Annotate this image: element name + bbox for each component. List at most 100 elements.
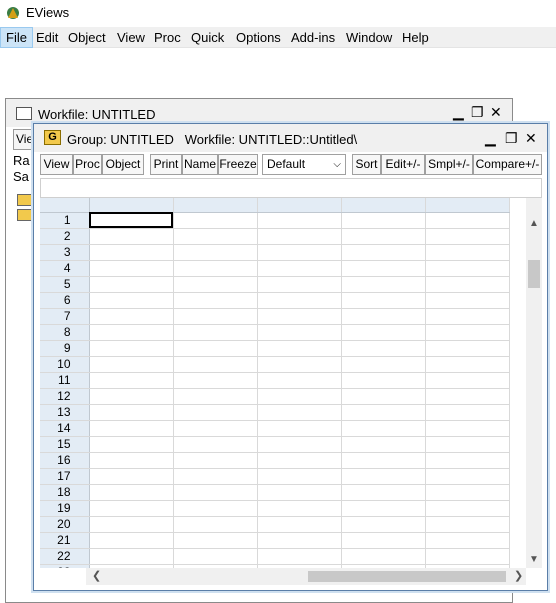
grid-cell[interactable] <box>257 404 342 421</box>
row-number[interactable]: 1 <box>40 212 90 229</box>
row-number[interactable]: 14 <box>40 420 90 437</box>
grid-cell[interactable] <box>173 484 258 501</box>
close-icon[interactable]: ✕ <box>490 104 502 121</box>
grid-cell[interactable] <box>173 276 258 293</box>
grid-cell[interactable] <box>257 468 342 485</box>
grid-cell[interactable] <box>89 324 174 341</box>
smpl-toggle-button[interactable]: Smpl+/- <box>425 154 473 175</box>
row-number[interactable]: 19 <box>40 500 90 517</box>
grid-cell[interactable] <box>173 548 258 565</box>
menu-addins[interactable]: Add-ins <box>286 27 340 48</box>
grid-cell[interactable] <box>173 532 258 549</box>
grid-cell[interactable] <box>257 484 342 501</box>
grid-cell[interactable] <box>89 516 174 533</box>
grid-cell[interactable] <box>425 372 510 389</box>
row-number[interactable]: 21 <box>40 532 90 549</box>
menu-edit[interactable]: Edit <box>31 27 63 48</box>
grid-cell[interactable] <box>341 228 426 245</box>
grid-cell[interactable] <box>89 228 174 245</box>
grid-cell[interactable] <box>173 420 258 437</box>
grid-cell[interactable] <box>257 260 342 277</box>
grid-cell[interactable] <box>173 500 258 517</box>
spreadsheet-grid[interactable]: 1234567891011121314151617181920212223 <box>40 198 526 568</box>
grid-cell[interactable] <box>425 420 510 437</box>
grid-cell[interactable] <box>257 452 342 469</box>
grid-cell[interactable] <box>173 324 258 341</box>
row-number[interactable]: 23 <box>40 564 90 568</box>
row-number[interactable]: 8 <box>40 324 90 341</box>
series-object-icon[interactable] <box>17 209 33 221</box>
menu-quick[interactable]: Quick <box>186 27 229 48</box>
grid-cell[interactable] <box>257 228 342 245</box>
grid-cell[interactable] <box>257 308 342 325</box>
row-number[interactable]: 9 <box>40 340 90 357</box>
row-number[interactable]: 22 <box>40 548 90 565</box>
grid-cell[interactable] <box>257 388 342 405</box>
grid-cell[interactable] <box>257 532 342 549</box>
grid-cell[interactable] <box>341 292 426 309</box>
grid-cell[interactable] <box>173 452 258 469</box>
grid-cell[interactable] <box>341 436 426 453</box>
grid-cell[interactable] <box>173 356 258 373</box>
grid-cell[interactable] <box>257 356 342 373</box>
grid-cell[interactable] <box>89 340 174 357</box>
grid-cell[interactable] <box>89 212 174 229</box>
row-number[interactable]: 4 <box>40 260 90 277</box>
grid-cell[interactable] <box>341 212 426 229</box>
menu-object[interactable]: Object <box>63 27 111 48</box>
grid-cell[interactable] <box>173 340 258 357</box>
grid-cell[interactable] <box>89 436 174 453</box>
grid-cell[interactable] <box>173 292 258 309</box>
menu-file[interactable]: File <box>0 27 33 48</box>
grid-cell[interactable] <box>341 276 426 293</box>
grid-cell[interactable] <box>173 436 258 453</box>
grid-cell[interactable] <box>89 260 174 277</box>
grid-cell[interactable] <box>257 244 342 261</box>
grid-cell[interactable] <box>341 388 426 405</box>
grid-cell[interactable] <box>425 532 510 549</box>
grid-cell[interactable] <box>341 324 426 341</box>
menu-proc[interactable]: Proc <box>149 27 186 48</box>
grid-cell[interactable] <box>173 404 258 421</box>
row-number[interactable]: 12 <box>40 388 90 405</box>
grid-cell[interactable] <box>257 516 342 533</box>
grid-cell[interactable] <box>341 244 426 261</box>
grid-cell[interactable] <box>89 420 174 437</box>
grid-cell[interactable] <box>425 260 510 277</box>
grid-cell[interactable] <box>341 500 426 517</box>
grid-cell[interactable] <box>257 548 342 565</box>
grid-cell[interactable] <box>341 404 426 421</box>
grid-cell[interactable] <box>425 484 510 501</box>
view-button[interactable]: View <box>40 154 73 175</box>
grid-cell[interactable] <box>173 388 258 405</box>
column-header[interactable] <box>425 198 510 213</box>
compare-toggle-button[interactable]: Compare+/- <box>473 154 542 175</box>
grid-cell[interactable] <box>425 276 510 293</box>
row-number[interactable]: 18 <box>40 484 90 501</box>
grid-cell[interactable] <box>425 324 510 341</box>
grid-cell[interactable] <box>425 500 510 517</box>
name-button[interactable]: Name <box>182 154 218 175</box>
data-table[interactable]: 1234567891011121314151617181920212223 <box>40 198 510 568</box>
display-dropdown[interactable]: Default ⌵ <box>262 154 346 175</box>
menu-options[interactable]: Options <box>231 27 286 48</box>
row-number[interactable]: 11 <box>40 372 90 389</box>
grid-cell[interactable] <box>341 308 426 325</box>
object-button[interactable]: Object <box>102 154 144 175</box>
grid-cell[interactable] <box>257 436 342 453</box>
row-number[interactable]: 7 <box>40 308 90 325</box>
row-number[interactable]: 20 <box>40 516 90 533</box>
grid-cell[interactable] <box>425 292 510 309</box>
scroll-right-icon[interactable]: ❯ <box>514 569 523 582</box>
grid-cell[interactable] <box>425 212 510 229</box>
grid-cell[interactable] <box>257 372 342 389</box>
column-header[interactable] <box>173 198 258 213</box>
grid-cell[interactable] <box>173 308 258 325</box>
grid-cell[interactable] <box>257 212 342 229</box>
vertical-scrollbar[interactable]: ▲ ▼ <box>526 198 542 568</box>
grid-cell[interactable] <box>89 388 174 405</box>
proc-button[interactable]: Proc <box>73 154 102 175</box>
grid-cell[interactable] <box>89 532 174 549</box>
grid-cell[interactable] <box>173 516 258 533</box>
minimize-icon[interactable]: ▁ <box>485 130 496 147</box>
